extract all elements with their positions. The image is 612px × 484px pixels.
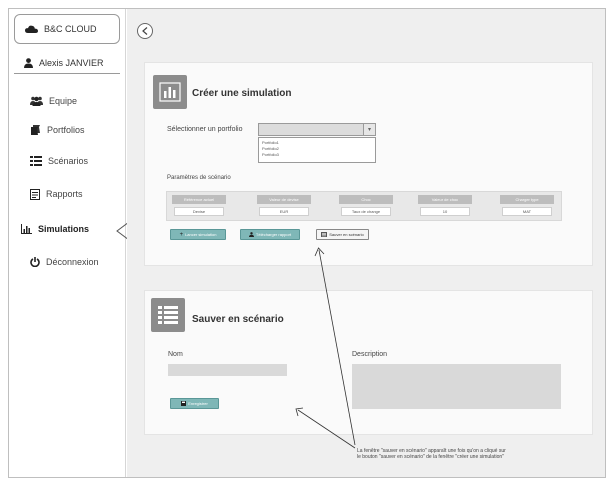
brand-logo[interactable]: B&C CLOUD bbox=[14, 14, 120, 44]
download-user-icon bbox=[248, 232, 254, 237]
sidebar-item-label: Déconnexion bbox=[46, 257, 99, 267]
download-report-button[interactable]: Télécharger rapport bbox=[240, 229, 300, 240]
param-value-input[interactable]: EUR bbox=[259, 207, 309, 216]
save-as-scenario-button[interactable]: Sauver en scénario bbox=[316, 229, 369, 240]
launch-simulation-button[interactable]: + Lancer simulation bbox=[170, 229, 226, 240]
param-header: Charger type bbox=[500, 195, 554, 204]
sidebar-item-scenarios[interactable]: Scénarios bbox=[30, 152, 88, 170]
sidebar-item-label: Portfolios bbox=[47, 125, 85, 135]
chevron-left-icon bbox=[142, 27, 148, 35]
param-value-input[interactable]: Devise bbox=[174, 207, 224, 216]
sidebar-item-rapports[interactable]: Rapports bbox=[30, 185, 83, 203]
param-header: Choc bbox=[339, 195, 393, 204]
sidebar-item-equipe[interactable]: Equipe bbox=[30, 92, 77, 110]
team-icon bbox=[30, 96, 43, 106]
save-scenario-title: Sauver en scénario bbox=[192, 314, 284, 325]
sidebar-item-label: Simulations bbox=[38, 224, 90, 234]
sidebar-item-label: Rapports bbox=[46, 189, 83, 199]
simulation-chart-icon bbox=[153, 75, 187, 109]
save-icon bbox=[181, 401, 187, 406]
sidebar bbox=[9, 9, 126, 477]
description-textarea[interactable] bbox=[352, 364, 561, 409]
user-name: Alexis JANVIER bbox=[39, 57, 104, 68]
create-simulation-title: Créer une simulation bbox=[192, 88, 292, 99]
scenario-params-label: Paramètres de scénario bbox=[167, 175, 231, 181]
sidebar-item-portfolios[interactable]: Portfolios bbox=[30, 121, 85, 139]
bar-chart-icon bbox=[21, 224, 32, 234]
brand-name: B&C CLOUD bbox=[44, 24, 97, 34]
param-header: Valeur de choc bbox=[418, 195, 472, 204]
power-icon bbox=[30, 257, 40, 267]
param-header: Référence actuel bbox=[172, 195, 226, 204]
sidebar-item-simulations[interactable]: Simulations bbox=[21, 220, 89, 238]
scenario-list-icon bbox=[151, 298, 185, 332]
description-label: Description bbox=[352, 351, 388, 358]
list-icon bbox=[321, 232, 328, 237]
report-icon bbox=[30, 188, 40, 200]
dropdown-option[interactable]: Portfolio3 bbox=[262, 152, 372, 158]
sidebar-item-deconnexion[interactable]: Déconnexion bbox=[30, 253, 99, 271]
button-label: Sauver en scénario bbox=[329, 232, 364, 237]
plus-icon: + bbox=[179, 231, 184, 238]
portfolio-select-label: Sélectionner un portfolio bbox=[167, 126, 243, 133]
param-value-input[interactable]: Taux de change bbox=[341, 207, 391, 216]
sidebar-item-label: Scénarios bbox=[48, 156, 89, 166]
sidebar-item-label: Equipe bbox=[49, 96, 78, 106]
param-value-input[interactable]: 10 bbox=[420, 207, 470, 216]
user-profile[interactable]: Alexis JANVIER bbox=[14, 52, 120, 74]
list-icon bbox=[30, 156, 42, 166]
cloud-icon bbox=[25, 25, 38, 33]
annotation-note: La fenêtre "sauver en scénario" apparaît… bbox=[357, 448, 506, 460]
save-scenario-submit-button[interactable]: Enregistrer bbox=[170, 398, 219, 409]
user-icon bbox=[24, 57, 33, 68]
back-button[interactable] bbox=[137, 23, 153, 39]
button-label: Enregistrer bbox=[188, 401, 208, 406]
chevron-down-icon[interactable]: ▾ bbox=[363, 124, 375, 135]
param-value-input[interactable]: MAT bbox=[502, 207, 552, 216]
portfolio-dropdown: Portfolio1 Portfolio2 Portfolio3 bbox=[258, 137, 376, 163]
briefcase-icon bbox=[31, 125, 40, 135]
name-label: Nom bbox=[168, 351, 183, 358]
name-input[interactable] bbox=[168, 364, 287, 376]
button-label: Lancer simulation bbox=[185, 232, 217, 237]
portfolio-select[interactable]: ▾ bbox=[258, 123, 376, 136]
param-header: Valeur de devise bbox=[257, 195, 311, 204]
save-scenario-panel bbox=[144, 290, 593, 435]
button-label: Télécharger rapport bbox=[255, 232, 292, 237]
